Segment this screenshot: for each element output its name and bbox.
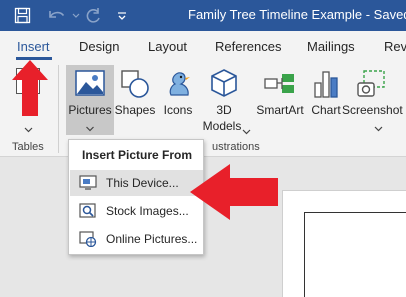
page-margin-guide	[304, 212, 406, 297]
smartart-button[interactable]: SmartArt	[252, 65, 308, 125]
group-label-tables: Tables	[12, 141, 44, 153]
menu-item-this-device[interactable]: This Device...	[70, 170, 203, 196]
menu-item-online-pictures[interactable]: Online Pictures...	[70, 226, 203, 252]
tab-layout[interactable]: Layout	[148, 39, 187, 54]
menu-item-stock-images[interactable]: Stock Images...	[70, 198, 203, 224]
redo-icon[interactable]	[82, 0, 104, 31]
customize-toolbar-icon[interactable]	[114, 0, 130, 31]
cube-icon	[209, 68, 239, 101]
undo-icon[interactable]	[44, 0, 70, 31]
tab-mailings[interactable]: Mailings	[307, 39, 355, 54]
group-label-illustrations: ustrations	[212, 141, 260, 153]
icons-icon	[163, 69, 193, 102]
title-bar: Family Tree Timeline Example - Saved to	[0, 0, 406, 31]
icons-label: Icons	[163, 103, 193, 117]
shapes-button[interactable]: Shapes	[114, 65, 156, 125]
icons-button[interactable]: Icons	[158, 65, 198, 125]
group-separator	[58, 65, 59, 153]
pictures-icon	[75, 70, 105, 99]
menu-item-label: Stock Images...	[106, 204, 189, 218]
3d-models-label-line1: 3D	[216, 103, 232, 117]
document-title: Family Tree Timeline Example - Saved to	[188, 7, 406, 22]
chevron-down-icon	[24, 120, 33, 138]
menu-item-label: Online Pictures...	[106, 232, 198, 246]
online-pictures-icon	[79, 231, 97, 248]
insert-picture-menu: Insert Picture From This Device... Stock…	[68, 139, 204, 255]
pictures-button[interactable]: Pictures	[66, 65, 114, 135]
pictures-label: Pictures	[68, 103, 112, 117]
tab-review[interactable]: Rev	[384, 39, 406, 54]
ribbon-tab-row: Insert Design Layout References Mailings…	[0, 31, 406, 61]
menu-title: Insert Picture From	[82, 148, 193, 162]
3d-models-button[interactable]: 3D Models	[196, 65, 252, 135]
save-icon[interactable]	[10, 0, 34, 31]
chevron-down-icon	[374, 121, 383, 135]
screenshot-label: Screenshot	[342, 103, 403, 117]
annotation-arrow-left-icon	[190, 164, 278, 220]
smartart-label: SmartArt	[256, 103, 304, 117]
bar-chart-icon	[312, 69, 340, 102]
menu-item-label: This Device...	[106, 176, 179, 190]
shapes-icon	[119, 69, 151, 102]
undo-dropdown-icon[interactable]	[70, 0, 82, 31]
chart-button[interactable]: Chart	[308, 65, 344, 125]
tab-references[interactable]: References	[215, 39, 281, 54]
shapes-label: Shapes	[114, 103, 156, 117]
chart-label: Chart	[311, 103, 341, 117]
device-icon	[79, 175, 97, 191]
tab-insert[interactable]: Insert	[17, 39, 50, 54]
chevron-down-icon	[242, 124, 251, 138]
chevron-down-icon	[86, 121, 95, 135]
stock-images-icon	[79, 203, 97, 219]
screenshot-button[interactable]: Screenshot	[342, 65, 406, 135]
screenshot-icon	[356, 69, 388, 102]
annotation-arrow-up-icon	[12, 60, 48, 116]
smartart-icon	[264, 71, 296, 100]
tab-design[interactable]: Design	[79, 39, 119, 54]
